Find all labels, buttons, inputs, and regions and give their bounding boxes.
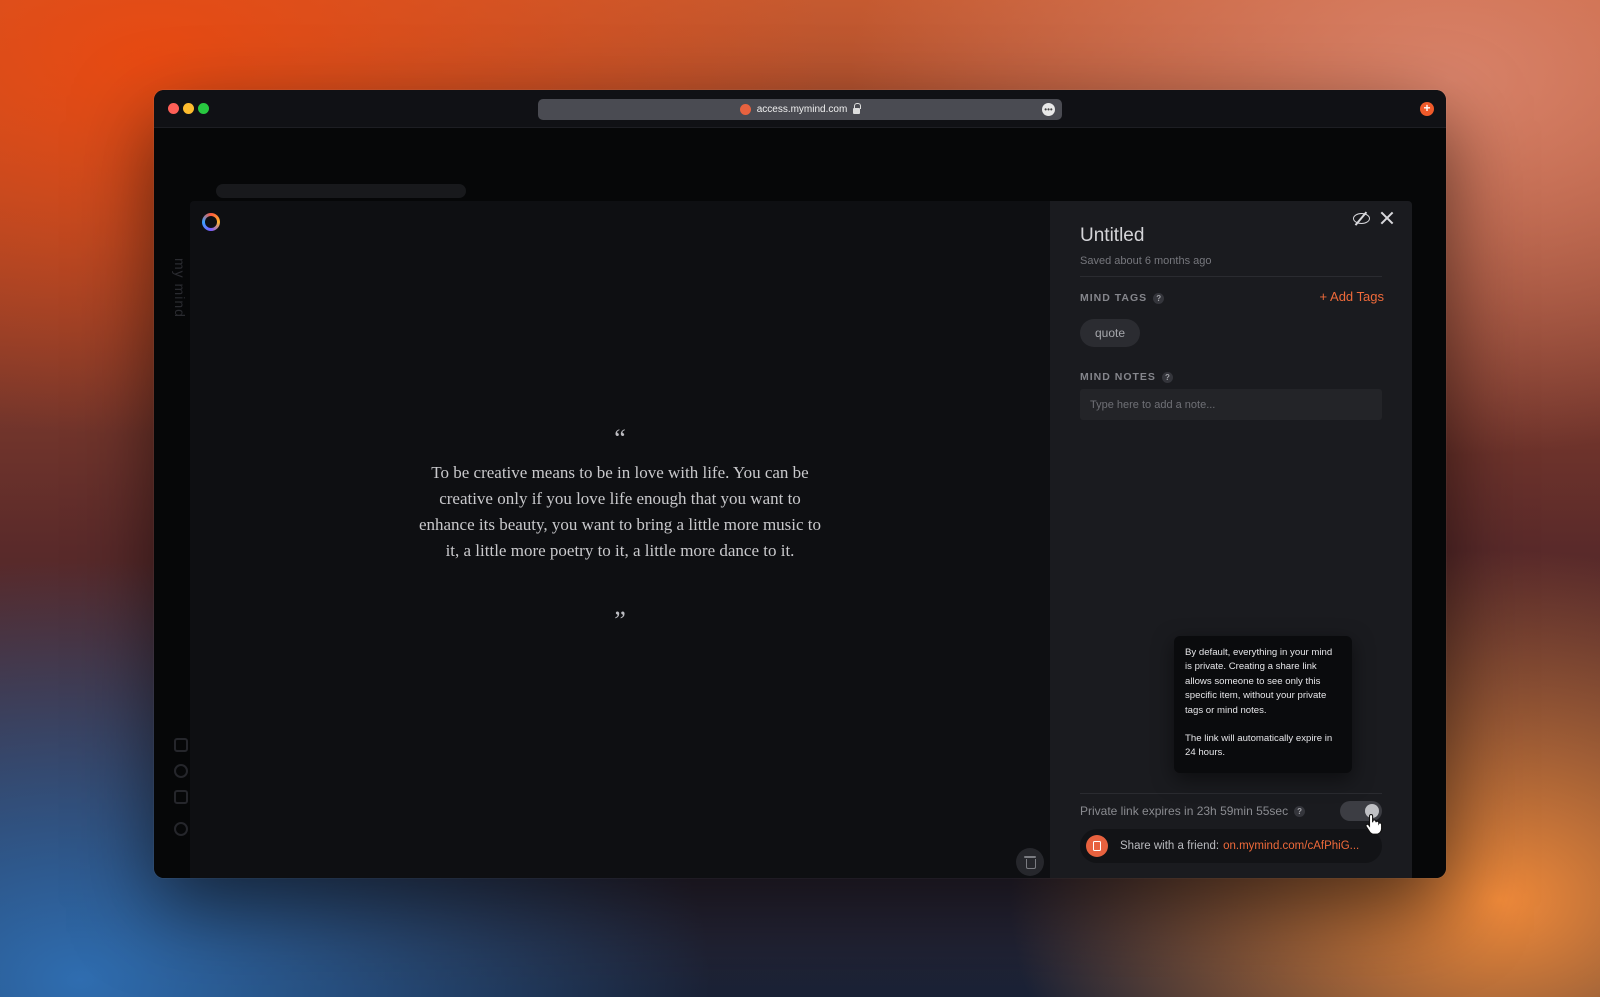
eye-off-icon[interactable] bbox=[1352, 211, 1370, 225]
mind-tags-label: MIND TAGS bbox=[1080, 292, 1148, 304]
saved-timestamp: Saved about 6 months ago bbox=[1080, 255, 1212, 267]
quote-close-mark: ” bbox=[614, 606, 626, 635]
quote-text: To be creative means to be in love with … bbox=[418, 463, 822, 560]
divider bbox=[1080, 793, 1382, 794]
quote-card: “ To be creative means to be in love wit… bbox=[410, 426, 830, 634]
share-with-friend-row: Share with a friend: on.mymind.com/cAfPh… bbox=[1080, 829, 1382, 863]
address-url: access.mymind.com bbox=[756, 104, 848, 115]
site-favicon-icon bbox=[739, 104, 751, 115]
tooltip-paragraph-2: The link will automatically expire in 24… bbox=[1185, 733, 1333, 759]
tag-chip[interactable]: quote bbox=[1080, 319, 1141, 347]
close-icon[interactable] bbox=[1380, 211, 1394, 225]
add-tags-button[interactable]: + Add Tags bbox=[1320, 289, 1384, 304]
background-page-title bbox=[216, 184, 466, 198]
close-window-button[interactable] bbox=[168, 103, 179, 114]
help-icon[interactable]: ? bbox=[1161, 371, 1173, 383]
item-title[interactable]: Untitled bbox=[1080, 225, 1144, 247]
tooltip-paragraph-1: By default, everything in your mind is p… bbox=[1185, 647, 1333, 716]
mind-notes-label: MIND NOTES bbox=[1080, 371, 1156, 383]
delete-button[interactable] bbox=[1016, 848, 1044, 876]
lock-icon bbox=[853, 102, 862, 114]
brain-icon[interactable] bbox=[174, 764, 188, 778]
background-sidebar-brand: my mind bbox=[172, 258, 188, 318]
add-to-mymind-extension-icon[interactable]: + bbox=[1420, 102, 1434, 116]
item-detail-modal: “ To be creative means to be in love wit… bbox=[190, 201, 1412, 878]
mind-notes-input[interactable] bbox=[1080, 389, 1382, 420]
sun-icon[interactable] bbox=[174, 738, 188, 752]
copy-link-button[interactable] bbox=[1086, 835, 1108, 857]
trash-icon bbox=[1024, 856, 1036, 869]
more-options-icon[interactable]: ••• bbox=[1042, 103, 1055, 116]
mind-notes-section: MIND NOTES ? bbox=[1080, 371, 1173, 383]
grid-icon[interactable] bbox=[174, 790, 188, 804]
quote-open-mark: “ bbox=[614, 424, 626, 453]
address-bar[interactable]: access.mymind.com ••• bbox=[538, 99, 1062, 120]
help-icon[interactable]: ? bbox=[1153, 292, 1165, 304]
share-link[interactable]: on.mymind.com/cAfPhiG... bbox=[1223, 840, 1359, 852]
mymind-logo-icon[interactable] bbox=[202, 213, 220, 231]
browser-titlebar: access.mymind.com ••• + bbox=[154, 90, 1446, 128]
private-link-expiry: Private link expires in 23h 59min 55sec … bbox=[1080, 801, 1382, 821]
details-panel: Untitled Saved about 6 months ago MIND T… bbox=[1050, 201, 1412, 878]
gear-icon[interactable] bbox=[174, 822, 188, 836]
mind-tags-section: MIND TAGS ? bbox=[1080, 292, 1165, 304]
panel-toolbar bbox=[1352, 211, 1394, 225]
share-label: Share with a friend: bbox=[1120, 840, 1220, 852]
hand-pointer-cursor-icon bbox=[1365, 813, 1383, 835]
copy-icon bbox=[1093, 841, 1101, 851]
maximize-window-button[interactable] bbox=[198, 103, 209, 114]
divider bbox=[1080, 276, 1382, 277]
expiry-text: Private link expires in 23h 59min 55sec bbox=[1080, 804, 1289, 818]
minimize-window-button[interactable] bbox=[183, 103, 194, 114]
share-info-tooltip: By default, everything in your mind is p… bbox=[1174, 636, 1352, 773]
item-preview: “ To be creative means to be in love wit… bbox=[190, 201, 1050, 878]
help-icon[interactable]: ? bbox=[1294, 805, 1306, 817]
